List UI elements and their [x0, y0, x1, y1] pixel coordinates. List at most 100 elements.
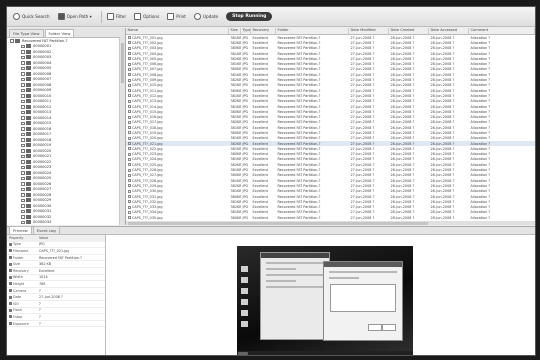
- print-button[interactable]: Print: [165, 12, 188, 21]
- table-row[interactable]: CAPS_???_021.jpg 382KB JPG Excellent Recover…: [126, 140, 535, 147]
- row-checkbox[interactable]: [127, 157, 131, 161]
- options-button[interactable]: Options: [132, 12, 161, 21]
- row-checkbox[interactable]: [127, 126, 131, 130]
- table-row[interactable]: CAPS_???_012.jpg 381KB JPG Excellent Recover…: [126, 93, 535, 98]
- table-row[interactable]: CAPS_???_004.jpg 381KB JPG Excellent Recover…: [126, 51, 535, 56]
- tree-checkbox[interactable]: [10, 39, 14, 43]
- table-row[interactable]: CAPS_???_022.jpg 381KB JPG Excellent Recover…: [126, 146, 535, 151]
- row-checkbox[interactable]: [127, 163, 131, 167]
- row-checkbox[interactable]: [127, 200, 131, 204]
- column-header[interactable]: Date Accessed: [429, 28, 469, 34]
- tree-checkbox[interactable]: [21, 127, 25, 131]
- column-header[interactable]: Date Created: [389, 28, 429, 34]
- update-button[interactable]: Update: [192, 12, 220, 21]
- tree-checkbox[interactable]: [21, 50, 25, 54]
- tree-checkbox[interactable]: [21, 198, 25, 202]
- row-checkbox[interactable]: [127, 52, 131, 56]
- table-row[interactable]: CAPS_???_023.jpg 380KB JPG Excellent Recover…: [126, 152, 535, 157]
- column-header[interactable]: Recovery: [251, 28, 276, 34]
- tree-checkbox[interactable]: [21, 94, 25, 98]
- table-row[interactable]: CAPS_???_017.jpg 382KB JPG Excellent Recover…: [126, 120, 535, 125]
- column-header[interactable]: Type: [241, 28, 251, 34]
- row-checkbox[interactable]: [127, 46, 131, 50]
- table-row[interactable]: CAPS_???_027.jpg 380KB JPG Excellent Recover…: [126, 173, 535, 178]
- column-header[interactable]: Date Modified: [349, 28, 389, 34]
- row-checkbox[interactable]: [127, 152, 131, 156]
- open-path-button[interactable]: Open Path ▾: [56, 12, 94, 21]
- row-checkbox[interactable]: [127, 195, 131, 199]
- row-checkbox[interactable]: [127, 189, 131, 193]
- tree-checkbox[interactable]: [21, 160, 25, 164]
- tree-checkbox[interactable]: [21, 204, 25, 208]
- row-checkbox[interactable]: [127, 99, 131, 103]
- table-row[interactable]: CAPS_???_028.jpg 381KB JPG Excellent Recover…: [126, 178, 535, 183]
- table-row[interactable]: CAPS_???_009.jpg 382KB JPG Excellent Recover…: [126, 77, 535, 82]
- row-checkbox[interactable]: [127, 78, 131, 82]
- row-checkbox[interactable]: [127, 41, 131, 45]
- row-checkbox[interactable]: [127, 136, 131, 140]
- table-row[interactable]: CAPS_???_019.jpg 380KB JPG Excellent Recover…: [126, 130, 535, 135]
- row-checkbox[interactable]: [127, 62, 131, 66]
- table-row[interactable]: CAPS_???_001.jpg 381KB JPG Excellent Recover…: [126, 35, 535, 40]
- row-checkbox[interactable]: [127, 115, 131, 119]
- row-checkbox[interactable]: [127, 205, 131, 209]
- tree-checkbox[interactable]: [21, 138, 25, 142]
- table-row[interactable]: CAPS_???_031.jpg 380KB JPG Excellent Recover…: [126, 194, 535, 199]
- row-checkbox[interactable]: [127, 57, 131, 61]
- table-row[interactable]: CAPS_???_003.jpg 380KB JPG Excellent Recover…: [126, 46, 535, 51]
- tab-preview[interactable]: Preview: [9, 226, 32, 234]
- table-row[interactable]: CAPS_???_030.jpg 381KB JPG Excellent Recover…: [126, 189, 535, 194]
- column-header[interactable]: Size: [229, 28, 241, 34]
- table-row[interactable]: CAPS_???_006.jpg 381KB JPG Excellent Recover…: [126, 61, 535, 66]
- row-checkbox[interactable]: [127, 147, 131, 151]
- table-row[interactable]: CAPS_???_029.jpg 382KB JPG Excellent Recover…: [126, 183, 535, 188]
- table-row[interactable]: CAPS_???_018.jpg 381KB JPG Excellent Recover…: [126, 125, 535, 130]
- tree-checkbox[interactable]: [21, 132, 25, 136]
- row-checkbox[interactable]: [127, 184, 131, 188]
- row-checkbox[interactable]: [127, 142, 131, 146]
- stop-button[interactable]: Stop Running: [226, 12, 273, 21]
- tree-scroll-thumb[interactable]: [120, 43, 124, 83]
- tree-checkbox[interactable]: [21, 44, 25, 48]
- table-row[interactable]: CAPS_???_026.jpg 381KB JPG Excellent Recover…: [126, 167, 535, 172]
- tree-checkbox[interactable]: [21, 55, 25, 59]
- filter-button[interactable]: Filter: [105, 12, 128, 21]
- tree-checkbox[interactable]: [21, 61, 25, 65]
- tree-checkbox[interactable]: [21, 193, 25, 197]
- tree-checkbox[interactable]: [21, 83, 25, 87]
- quick-search-button[interactable]: Quick Search: [11, 12, 52, 21]
- tree-checkbox[interactable]: [21, 165, 25, 169]
- table-row[interactable]: CAPS_???_014.jpg 381KB JPG Excellent Recover…: [126, 104, 535, 109]
- tab-file-type-view[interactable]: File Type View: [9, 29, 44, 37]
- row-checkbox[interactable]: [127, 173, 131, 177]
- tree-checkbox[interactable]: [21, 187, 25, 191]
- table-row[interactable]: CAPS_???_011.jpg 380KB JPG Excellent Recover…: [126, 88, 535, 93]
- tree-checkbox[interactable]: [21, 116, 25, 120]
- tree-checkbox[interactable]: [21, 77, 25, 81]
- table-row[interactable]: CAPS_???_015.jpg 380KB JPG Excellent Recover…: [126, 109, 535, 114]
- table-row[interactable]: CAPS_???_024.jpg 381KB JPG Excellent Recover…: [126, 157, 535, 162]
- table-row[interactable]: CAPS_???_002.jpg 382KB JPG Excellent Recover…: [126, 40, 535, 45]
- row-checkbox[interactable]: [127, 67, 131, 71]
- tree-checkbox[interactable]: [21, 66, 25, 70]
- table-row[interactable]: CAPS_???_025.jpg 382KB JPG Excellent Recover…: [126, 162, 535, 167]
- list-h-scroll-thumb[interactable]: [128, 221, 428, 225]
- row-checkbox[interactable]: [127, 94, 131, 98]
- tree-checkbox[interactable]: [21, 110, 25, 114]
- tree-item[interactable]: 00000033: [7, 220, 119, 226]
- tree-checkbox[interactable]: [21, 182, 25, 186]
- table-row[interactable]: CAPS_???_020.jpg 381KB JPG Excellent Recover…: [126, 136, 535, 141]
- row-checkbox[interactable]: [127, 36, 131, 40]
- tree-checkbox[interactable]: [21, 176, 25, 180]
- tree-checkbox[interactable]: [21, 149, 25, 153]
- row-checkbox[interactable]: [127, 168, 131, 172]
- table-row[interactable]: CAPS_???_010.jpg 381KB JPG Excellent Recover…: [126, 83, 535, 88]
- column-header[interactable]: Name: [126, 28, 229, 34]
- tree-checkbox[interactable]: [21, 72, 25, 76]
- table-row[interactable]: CAPS_???_032.jpg 381KB JPG Excellent Recover…: [126, 199, 535, 204]
- row-checkbox[interactable]: [127, 110, 131, 114]
- tree-checkbox[interactable]: [21, 143, 25, 147]
- tree-checkbox[interactable]: [21, 99, 25, 103]
- table-row[interactable]: CAPS_???_005.jpg 382KB JPG Excellent Recover…: [126, 56, 535, 61]
- tree-checkbox[interactable]: [21, 121, 25, 125]
